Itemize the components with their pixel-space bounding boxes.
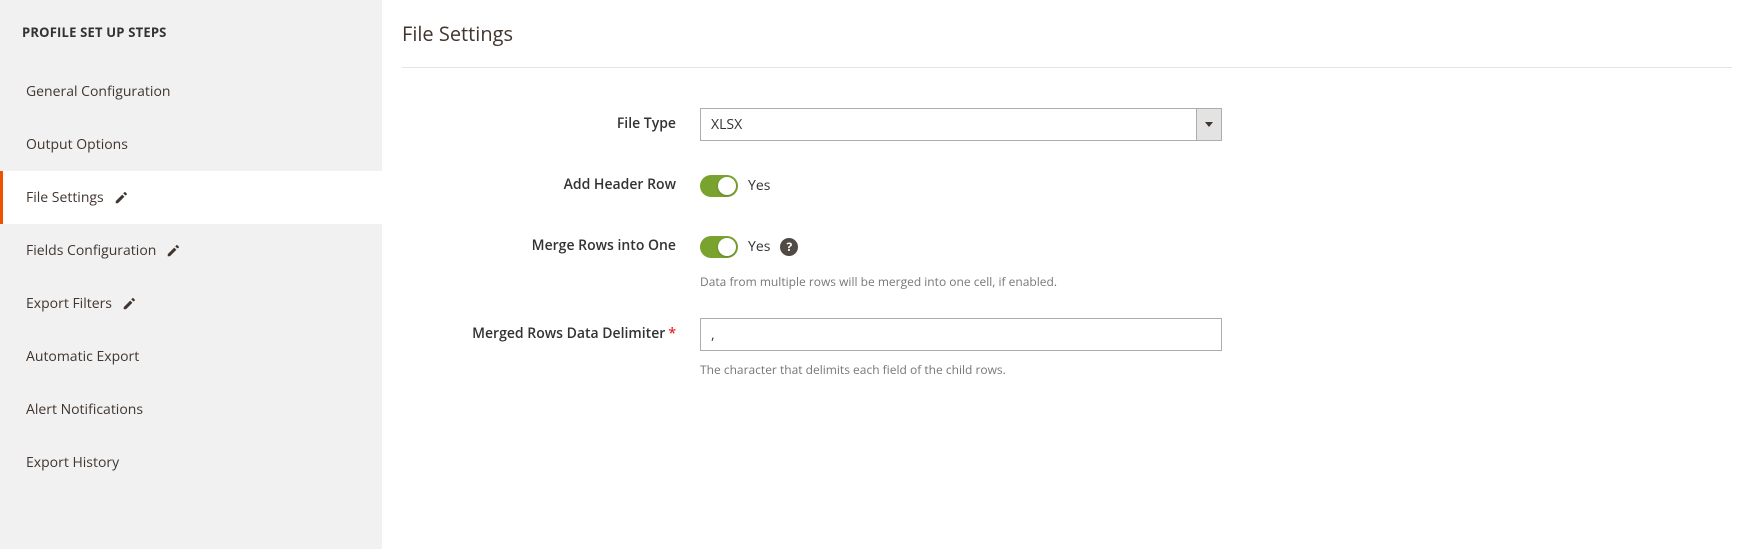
sidebar-item-export-filters[interactable]: Export Filters [0, 277, 382, 330]
main-content: File Settings File Type XLSX Add Header … [382, 0, 1762, 549]
sidebar-item-alert-notifications[interactable]: Alert Notifications [0, 383, 382, 436]
sidebar: PROFILE SET UP STEPS General Configurati… [0, 0, 382, 549]
merge-rows-hint: Data from multiple rows will be merged i… [700, 273, 1057, 290]
form-row-file-type: File Type XLSX [402, 108, 1732, 141]
delimiter-input[interactable] [700, 318, 1222, 351]
add-header-state: Yes [748, 176, 770, 195]
help-icon[interactable]: ? [780, 238, 798, 256]
required-asterisk: * [668, 324, 676, 343]
sidebar-item-label: Fields Configuration [26, 241, 156, 260]
form-row-merge-rows: Merge Rows into One Yes ? Data from mult… [402, 230, 1732, 290]
merge-rows-toggle[interactable] [700, 236, 738, 258]
sidebar-item-label: Export History [26, 453, 119, 472]
sidebar-item-label: Output Options [26, 135, 128, 154]
sidebar-item-output-options[interactable]: Output Options [0, 118, 382, 171]
file-type-select[interactable]: XLSX [700, 108, 1222, 141]
divider [402, 67, 1732, 68]
pencil-icon [122, 297, 136, 311]
form-row-delimiter: Merged Rows Data Delimiter* The characte… [402, 318, 1732, 378]
sidebar-item-export-history[interactable]: Export History [0, 436, 382, 489]
sidebar-title: PROFILE SET UP STEPS [0, 8, 382, 65]
file-type-value: XLSX [701, 115, 1196, 134]
label-merge-rows: Merge Rows into One [402, 230, 700, 255]
sidebar-item-file-settings[interactable]: File Settings [0, 171, 382, 224]
pencil-icon [114, 191, 128, 205]
sidebar-item-label: Automatic Export [26, 347, 139, 366]
toggle-knob [718, 177, 736, 195]
merge-rows-state: Yes [748, 237, 770, 256]
sidebar-item-label: File Settings [26, 188, 104, 207]
delimiter-hint: The character that delimits each field o… [700, 361, 1006, 378]
page-title: File Settings [402, 20, 1732, 47]
sidebar-item-label: General Configuration [26, 82, 170, 101]
form-row-add-header: Add Header Row Yes [402, 169, 1732, 202]
toggle-knob [718, 238, 736, 256]
label-file-type: File Type [402, 108, 700, 133]
label-add-header: Add Header Row [402, 169, 700, 194]
sidebar-item-label: Alert Notifications [26, 400, 143, 419]
sidebar-item-automatic-export[interactable]: Automatic Export [0, 330, 382, 383]
sidebar-item-fields-configuration[interactable]: Fields Configuration [0, 224, 382, 277]
pencil-icon [166, 244, 180, 258]
label-delimiter: Merged Rows Data Delimiter* [402, 318, 700, 343]
chevron-down-icon [1196, 109, 1221, 140]
sidebar-item-general-configuration[interactable]: General Configuration [0, 65, 382, 118]
sidebar-item-label: Export Filters [26, 294, 112, 313]
add-header-toggle[interactable] [700, 175, 738, 197]
